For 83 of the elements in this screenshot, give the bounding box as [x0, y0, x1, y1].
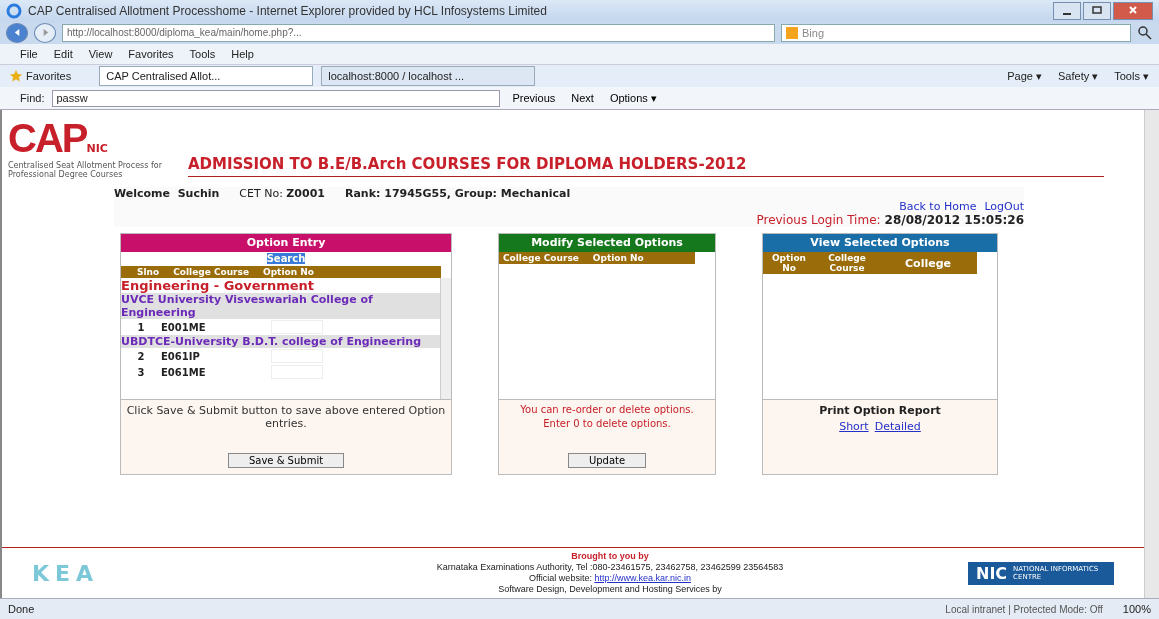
security-zone: Local intranet | Protected Mode: Off — [945, 603, 1103, 615]
find-nav-button[interactable]: Previous — [508, 92, 560, 104]
cet-number: CET No: Z0001 — [239, 187, 325, 200]
menu-item[interactable]: File — [20, 48, 38, 60]
report-label: Print Option Report — [819, 404, 941, 417]
login-time-value: 28/08/2012 15:05:26 — [884, 213, 1024, 227]
serial-number: 1 — [136, 321, 146, 333]
college-name: UVCE University Visveswariah College of Engineering — [121, 293, 440, 319]
welcome-text: Welcome Suchin — [114, 187, 220, 200]
find-field[interactable]: passw — [52, 89, 501, 107]
nav-link[interactable]: LogOut — [984, 200, 1024, 213]
search-link[interactable]: Search — [266, 253, 306, 264]
browser-tab[interactable]: localhost:8000 / localhost ... — [321, 66, 536, 86]
rank-group-text: Rank: 17945G55, Group: Mechanical — [344, 187, 571, 200]
footer-text: Software Design, Development and Hosting Services by — [498, 584, 722, 595]
report-link[interactable]: Short — [839, 420, 869, 433]
column-header: College Course — [173, 267, 249, 277]
close-icon — [1128, 5, 1138, 15]
course-code: E001ME — [161, 321, 207, 333]
serial-number: 3 — [136, 366, 146, 378]
close-button[interactable] — [1113, 2, 1153, 20]
serial-number: 2 — [136, 350, 146, 362]
option-number-field[interactable] — [271, 349, 323, 363]
page-scrollbar[interactable] — [1144, 110, 1159, 598]
column-header: Slno — [137, 267, 160, 277]
column-header: Option No — [263, 267, 314, 277]
menu-item[interactable]: Edit — [53, 48, 73, 60]
credit-heading: Brought to you by — [571, 551, 649, 562]
instruction-text: Click Save & Submit button to save above entered Option entries. — [125, 404, 447, 430]
browser-tab[interactable]: CAP Centralised Allot... — [99, 66, 314, 86]
college-name: UBDTCE-University B.D.T. college of Engineering — [121, 335, 440, 348]
find-nav-button[interactable]: Next — [567, 92, 598, 104]
command-menu[interactable]: Safety ▾ — [1058, 69, 1099, 83]
instruction-text: You can re-order or delete options. — [520, 404, 694, 415]
find-label: Find: — [20, 92, 45, 104]
browser-logo-icon — [6, 3, 22, 19]
panel-title: View Selected Options — [763, 234, 997, 252]
options-button[interactable]: Options ▾ — [605, 91, 661, 105]
star-icon — [10, 70, 22, 82]
menu-item[interactable]: View — [88, 48, 113, 60]
column-header: College Course — [827, 253, 867, 273]
website-link[interactable]: http://www.kea.kar.nic.in — [594, 573, 691, 583]
minimize-button[interactable] — [1053, 2, 1081, 20]
search-field[interactable]: Bing — [781, 24, 1131, 42]
website-label: Official website: — [529, 573, 592, 583]
maximize-button[interactable] — [1083, 2, 1111, 20]
window-title: CAP Centralised Allotment Processhome - Internet Explorer provided by HCL Infosystems Limited — [28, 4, 547, 18]
favorites-button[interactable]: Favorites — [10, 70, 72, 82]
footer-text: Karnataka Examinations Authority, Tel :080-23461575, 23462758, 23462599 23564583 — [436, 562, 784, 573]
scrollbar[interactable] — [440, 278, 451, 399]
status-text: Done — [8, 603, 35, 615]
address-field[interactable]: http://localhost:8000/diploma_kea/main/home.php?... — [62, 24, 775, 42]
option-number-field[interactable] — [271, 320, 323, 334]
course-code: E061IP — [161, 350, 201, 362]
column-header: Option No — [770, 253, 808, 273]
instruction-text: Enter 0 to delete options. — [543, 418, 671, 429]
course-code: E061ME — [161, 366, 207, 378]
panel-title: Option Entry — [121, 234, 451, 252]
back-button[interactable] — [6, 23, 28, 43]
kea-logo: KEA — [32, 560, 101, 586]
column-header: College Course — [503, 253, 579, 263]
column-header: College — [904, 256, 952, 270]
forward-button[interactable] — [34, 23, 56, 43]
column-header: Option No — [592, 253, 644, 263]
category-heading: Engineering - Government — [121, 278, 316, 293]
maximize-icon — [1092, 5, 1102, 15]
menu-item[interactable]: Favorites — [128, 48, 174, 60]
zoom-level[interactable]: 100% — [1122, 603, 1151, 615]
nav-link[interactable]: Back to Home — [899, 200, 977, 213]
panel-title: Modify Selected Options — [499, 234, 715, 252]
page-heading: ADMISSION TO B.E/B.Arch COURSES FOR DIPLOMA HOLDERS-2012 — [188, 155, 1104, 177]
menu-item[interactable]: Help — [231, 48, 254, 60]
minimize-icon — [1063, 12, 1071, 15]
back-arrow-icon — [12, 27, 22, 37]
command-menu[interactable]: Page ▾ — [1007, 69, 1042, 83]
login-time-label: Previous Login Time: — [756, 213, 881, 227]
cap-logo: CAPNIC Centralised Seat Allotment Process for Professional Degree Courses — [8, 116, 163, 179]
menu-item[interactable]: Tools — [189, 48, 216, 60]
save-submit-button[interactable]: Save & Submit — [227, 453, 345, 468]
search-icon[interactable] — [1137, 25, 1153, 41]
update-button[interactable]: Update — [567, 453, 647, 468]
report-link[interactable]: Detailed — [874, 420, 921, 433]
command-menu[interactable]: Tools ▾ — [1114, 69, 1149, 83]
